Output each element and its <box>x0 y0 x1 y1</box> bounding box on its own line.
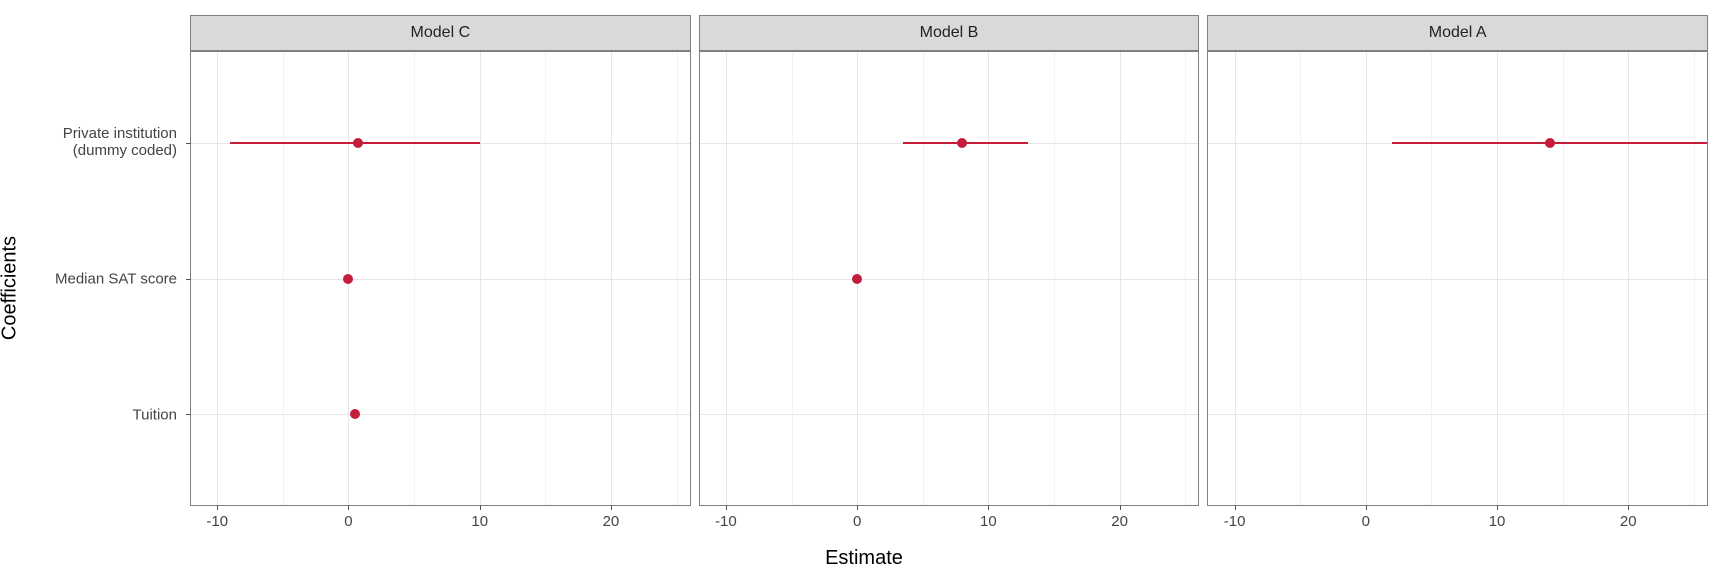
plot-area: -1001020 <box>699 51 1200 506</box>
x-tick-label: 20 <box>1620 513 1637 530</box>
x-tick-label: 20 <box>1111 513 1128 530</box>
point-estimate <box>350 409 360 419</box>
x-tickmark <box>611 505 612 510</box>
x-tickmark <box>1235 505 1236 510</box>
y-tick-labels: Private institution (dummy coded) Median … <box>30 15 185 506</box>
x-axis-label: Estimate <box>825 547 903 570</box>
gridline <box>700 279 1199 280</box>
x-tick-label: 20 <box>603 513 620 530</box>
gridline <box>191 279 690 280</box>
x-tickmark <box>988 505 989 510</box>
y-axis-label: Coefficients <box>0 236 22 340</box>
gridline <box>1208 414 1707 415</box>
facet-panels: Model C-1001020Model B-1001020Model A-10… <box>190 15 1708 506</box>
gridline <box>191 414 690 415</box>
coefficient-plot: Coefficients Estimate Private institutio… <box>0 0 1728 576</box>
x-tick-label: 10 <box>980 513 997 530</box>
facet-strip: Model C <box>190 15 691 51</box>
x-tickmark <box>857 505 858 510</box>
y-tickmark <box>186 143 191 144</box>
facet-strip: Model A <box>1207 15 1708 51</box>
facet-strip: Model B <box>699 15 1200 51</box>
point-estimate <box>353 138 363 148</box>
x-tickmark <box>480 505 481 510</box>
gridline <box>700 414 1199 415</box>
x-tickmark <box>1628 505 1629 510</box>
point-estimate <box>343 274 353 284</box>
point-estimate <box>1545 138 1555 148</box>
y-tick-label: Tuition <box>133 406 177 423</box>
y-tickmark <box>186 279 191 280</box>
x-tick-label: -10 <box>715 513 737 530</box>
y-tick-label: Private institution (dummy coded) <box>63 125 177 160</box>
x-tick-label: -10 <box>1224 513 1246 530</box>
plot-area: -1001020 <box>1207 51 1708 506</box>
facet-panel: Model C-1001020 <box>190 15 691 506</box>
x-tickmark <box>348 505 349 510</box>
plot-area: -1001020 <box>190 51 691 506</box>
x-tick-label: -10 <box>206 513 228 530</box>
y-tick-label: Median SAT score <box>55 270 177 287</box>
x-tick-label: 0 <box>344 513 352 530</box>
point-estimate <box>852 274 862 284</box>
x-tickmark <box>1497 505 1498 510</box>
facet-panel: Model B-1001020 <box>699 15 1200 506</box>
point-estimate <box>957 138 967 148</box>
x-tick-label: 10 <box>471 513 488 530</box>
x-tickmark <box>1366 505 1367 510</box>
facet-panel: Model A-1001020 <box>1207 15 1708 506</box>
x-tickmark <box>1120 505 1121 510</box>
gridline <box>1208 279 1707 280</box>
x-tickmark <box>217 505 218 510</box>
x-tickmark <box>726 505 727 510</box>
x-tick-label: 0 <box>853 513 861 530</box>
y-tickmark <box>186 414 191 415</box>
x-tick-label: 0 <box>1362 513 1370 530</box>
x-tick-label: 10 <box>1489 513 1506 530</box>
